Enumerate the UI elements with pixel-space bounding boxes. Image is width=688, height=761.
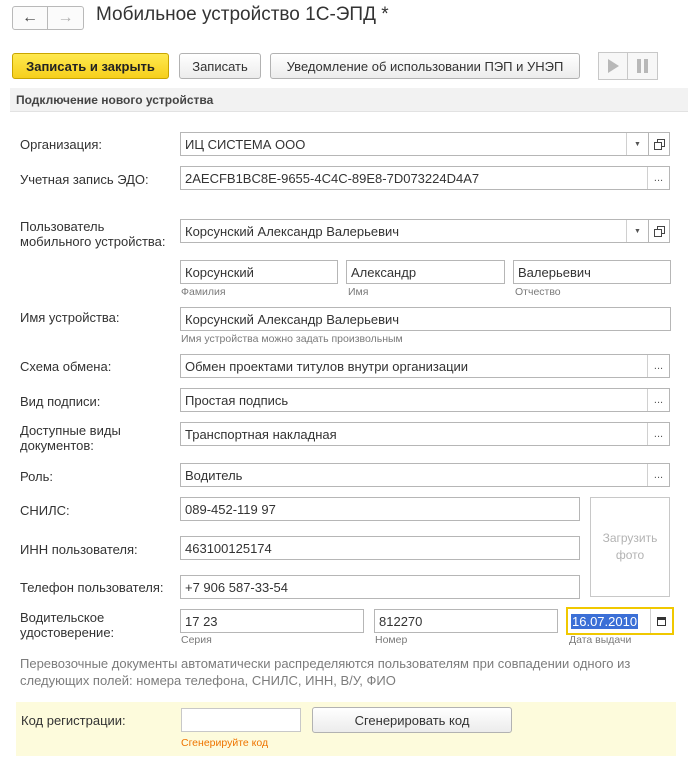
role-field[interactable]: Водитель ... xyxy=(180,463,670,487)
calendar-icon xyxy=(657,616,666,626)
license-number-value: 812270 xyxy=(379,613,423,629)
generate-code-button[interactable]: Сгенерировать код xyxy=(312,707,512,733)
ellipsis-icon[interactable]: ... xyxy=(647,423,669,445)
doc-types-value: Транспортная накладная xyxy=(185,426,337,442)
calendar-button[interactable] xyxy=(650,609,672,633)
snils-value: 089-452-119 97 xyxy=(185,501,276,517)
pause-button[interactable] xyxy=(628,52,658,80)
organization-value: ИЦ СИСТЕМА ООО xyxy=(185,136,306,152)
save-button[interactable]: Записать xyxy=(179,53,261,79)
section-header: Подключение нового устройства xyxy=(10,88,688,112)
middle-name-hint: Отчество xyxy=(515,286,561,298)
phone-label: Телефон пользователя: xyxy=(20,580,164,595)
open-organization-button[interactable] xyxy=(648,132,670,156)
back-button[interactable]: ← xyxy=(12,6,48,30)
organization-label: Организация: xyxy=(20,137,103,152)
device-name-hint: Имя устройства можно задать произвольным xyxy=(181,333,403,345)
open-user-button[interactable] xyxy=(648,219,670,243)
license-label-line1: Водительское xyxy=(20,610,105,625)
signature-type-value: Простая подпись xyxy=(185,392,289,408)
ellipsis-icon[interactable]: ... xyxy=(647,167,669,189)
user-label-line1: Пользователь xyxy=(20,219,105,234)
edo-account-value: 2AECFB1BC8E-9655-4C4C-89E8-7D073224D4A7 xyxy=(185,170,480,186)
ellipsis-icon[interactable]: ... xyxy=(647,355,669,377)
phone-field[interactable]: +7 906 587-33-54 xyxy=(180,575,580,599)
forward-button[interactable]: → xyxy=(48,6,84,30)
window-title: Мобильное устройство 1С-ЭПД * xyxy=(96,4,389,25)
pause-icon xyxy=(637,59,648,73)
device-name-label: Имя устройства: xyxy=(20,310,120,325)
arrow-right-icon: → xyxy=(57,9,74,26)
doc-types-label: Доступные виды документов: xyxy=(20,423,121,453)
ellipsis-icon[interactable]: ... xyxy=(647,389,669,411)
license-series-field[interactable]: 17 23 xyxy=(180,609,364,633)
snils-field[interactable]: 089-452-119 97 xyxy=(180,497,580,521)
inn-label: ИНН пользователя: xyxy=(20,542,138,557)
license-series-value: 17 23 xyxy=(185,613,218,629)
middle-name-field[interactable]: Валерьевич xyxy=(513,260,671,284)
license-issue-date-hint: Дата выдачи xyxy=(569,634,632,646)
license-label: Водительское удостоверение: xyxy=(20,610,114,640)
user-value: Корсунский Александр Валерьевич xyxy=(185,223,400,239)
license-number-field[interactable]: 812270 xyxy=(374,609,558,633)
edo-account-field[interactable]: 2AECFB1BC8E-9655-4C4C-89E8-7D073224D4A7 … xyxy=(180,166,670,190)
organization-field[interactable]: ИЦ СИСТЕМА ООО ▼ xyxy=(180,132,649,156)
doc-types-label-line2: документов: xyxy=(20,438,94,453)
upload-photo-button[interactable]: Загрузить фото xyxy=(590,497,670,597)
registration-code-hint: Сгенерируйте код xyxy=(181,737,269,749)
exchange-scheme-label: Схема обмена: xyxy=(20,359,112,374)
first-name-field[interactable]: Александр xyxy=(346,260,505,284)
inn-value: 463100125174 xyxy=(185,540,272,556)
registration-code-label: Код регистрации: xyxy=(21,713,126,728)
last-name-field[interactable]: Корсунский xyxy=(180,260,338,284)
exchange-scheme-field[interactable]: Обмен проектами титулов внутри организац… xyxy=(180,354,670,378)
inn-field[interactable]: 463100125174 xyxy=(180,536,580,560)
upload-photo-line1: Загрузить xyxy=(602,531,658,545)
role-value: Водитель xyxy=(185,467,243,483)
distribution-info-text: Перевозочные документы автоматически рас… xyxy=(20,656,631,688)
play-button[interactable] xyxy=(598,52,628,80)
middle-name-value: Валерьевич xyxy=(518,264,591,280)
signature-type-label: Вид подписи: xyxy=(20,394,101,409)
device-name-field[interactable]: Корсунский Александр Валерьевич xyxy=(180,307,671,331)
user-field[interactable]: Корсунский Александр Валерьевич ▼ xyxy=(180,219,649,243)
snils-label: СНИЛС: xyxy=(20,503,70,518)
device-name-value: Корсунский Александр Валерьевич xyxy=(185,311,400,327)
edo-account-label: Учетная запись ЭДО: xyxy=(20,172,149,187)
signature-notice-button[interactable]: Уведомление об использовании ПЭП и УНЭП xyxy=(270,53,580,79)
user-label-line2: мобильного устройства: xyxy=(20,234,166,249)
process-controls xyxy=(598,52,658,80)
license-issue-date-field[interactable]: 16.07.2010 xyxy=(566,607,674,635)
last-name-hint: Фамилия xyxy=(181,286,226,298)
registration-code-field[interactable] xyxy=(181,708,301,732)
license-issue-date-value: 16.07.2010 xyxy=(571,613,639,629)
signature-type-field[interactable]: Простая подпись ... xyxy=(180,388,670,412)
license-label-line2: удостоверение: xyxy=(20,625,115,640)
copy-icon xyxy=(654,226,665,237)
license-number-hint: Номер xyxy=(375,634,408,646)
exchange-scheme-value: Обмен проектами титулов внутри организац… xyxy=(185,358,469,374)
first-name-hint: Имя xyxy=(348,286,369,298)
save-and-close-button[interactable]: Записать и закрыть xyxy=(12,53,169,79)
license-series-hint: Серия xyxy=(181,634,212,646)
upload-photo-line2: фото xyxy=(615,548,645,562)
doc-types-label-line1: Доступные виды xyxy=(20,423,121,438)
user-label: Пользователь мобильного устройства: xyxy=(20,219,166,249)
first-name-value: Александр xyxy=(351,264,417,280)
chevron-down-icon[interactable]: ▼ xyxy=(626,220,648,242)
copy-icon xyxy=(654,139,665,150)
doc-types-field[interactable]: Транспортная накладная ... xyxy=(180,422,670,446)
phone-value: +7 906 587-33-54 xyxy=(185,579,289,595)
arrow-left-icon: ← xyxy=(22,9,38,26)
ellipsis-icon[interactable]: ... xyxy=(647,464,669,486)
role-label: Роль: xyxy=(20,469,54,484)
navigation-buttons: ← → xyxy=(12,6,84,30)
chevron-down-icon[interactable]: ▼ xyxy=(626,133,648,155)
last-name-value: Корсунский xyxy=(185,264,254,280)
play-icon xyxy=(607,59,619,73)
